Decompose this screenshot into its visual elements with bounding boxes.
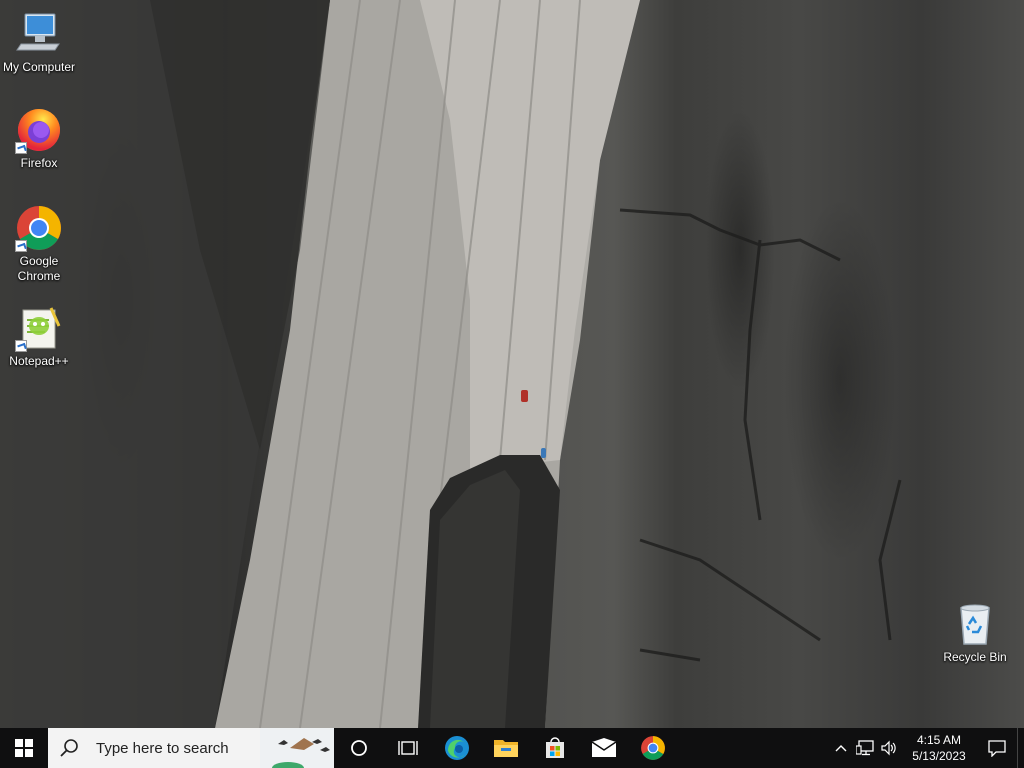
show-hidden-icons-button[interactable] (829, 728, 853, 768)
action-center-button[interactable] (977, 728, 1017, 768)
desktop-icon-label: Firefox (20, 156, 58, 170)
search-placeholder: Type here to search (96, 739, 229, 757)
climber-figure (541, 448, 546, 458)
climber-figure (521, 390, 528, 402)
edge-icon (444, 736, 469, 760)
firefox-icon (15, 106, 63, 154)
search-highlight-image (260, 728, 334, 768)
desktop-icon-my-computer[interactable]: My Computer (1, 10, 77, 75)
computer-icon (15, 10, 63, 58)
volume-button[interactable] (877, 728, 901, 768)
volume-icon (881, 740, 896, 756)
taskbar-file-explorer[interactable] (481, 728, 530, 768)
desktop-icon-notepad-plus-plus[interactable]: Notepad++ (1, 304, 77, 369)
clock-time: 4:15 AM (916, 733, 962, 747)
mail-icon (591, 738, 616, 757)
chevron-up-icon (835, 745, 847, 752)
recycle-bin-icon (951, 600, 999, 648)
system-tray: 4:15 AM 5/13/2023 (829, 728, 1024, 768)
task-view-icon (397, 741, 418, 755)
windows-logo-icon (15, 739, 33, 757)
shortcut-arrow-icon (15, 340, 27, 352)
desktop-wallpaper (0, 0, 1024, 728)
notification-icon (988, 740, 1006, 757)
file-explorer-icon (493, 740, 518, 757)
cortana-circle-icon (350, 740, 367, 756)
desktop-icon-label: Recycle Bin (943, 650, 1007, 664)
notepad-plus-plus-icon (15, 304, 63, 352)
taskbar-chrome[interactable] (628, 728, 677, 768)
desktop-icon-firefox[interactable]: Firefox (1, 106, 77, 171)
taskbar-mail[interactable] (579, 728, 628, 768)
search-icon (60, 739, 78, 757)
network-icon (856, 740, 874, 756)
desktop-icon-google-chrome[interactable]: Google Chrome (1, 204, 77, 284)
taskbar: Type here to search 4:15 AM 5/13/2023 (0, 728, 1024, 768)
taskbar-clock[interactable]: 4:15 AM 5/13/2023 (907, 732, 971, 764)
rock-face-illustration (0, 0, 902, 728)
clock-date: 5/13/2023 (912, 749, 966, 763)
store-icon (545, 737, 564, 758)
taskbar-edge[interactable] (432, 728, 481, 768)
desktop-icon-recycle-bin[interactable]: Recycle Bin (937, 600, 1013, 665)
show-desktop-button[interactable] (1017, 728, 1024, 768)
search-box[interactable]: Type here to search (48, 728, 334, 768)
start-button[interactable] (0, 728, 48, 768)
chrome-icon (15, 204, 63, 252)
desktop-icon-label: My Computer (2, 60, 76, 74)
shortcut-arrow-icon (15, 240, 27, 252)
network-button[interactable] (853, 728, 877, 768)
task-view-button[interactable] (383, 728, 432, 768)
desktop-icon-label: Google Chrome (17, 254, 61, 283)
cortana-button[interactable] (334, 728, 383, 768)
desktop-icon-label: Notepad++ (9, 354, 69, 368)
chrome-icon (640, 736, 665, 760)
taskbar-store[interactable] (530, 728, 579, 768)
shortcut-arrow-icon (15, 142, 27, 154)
